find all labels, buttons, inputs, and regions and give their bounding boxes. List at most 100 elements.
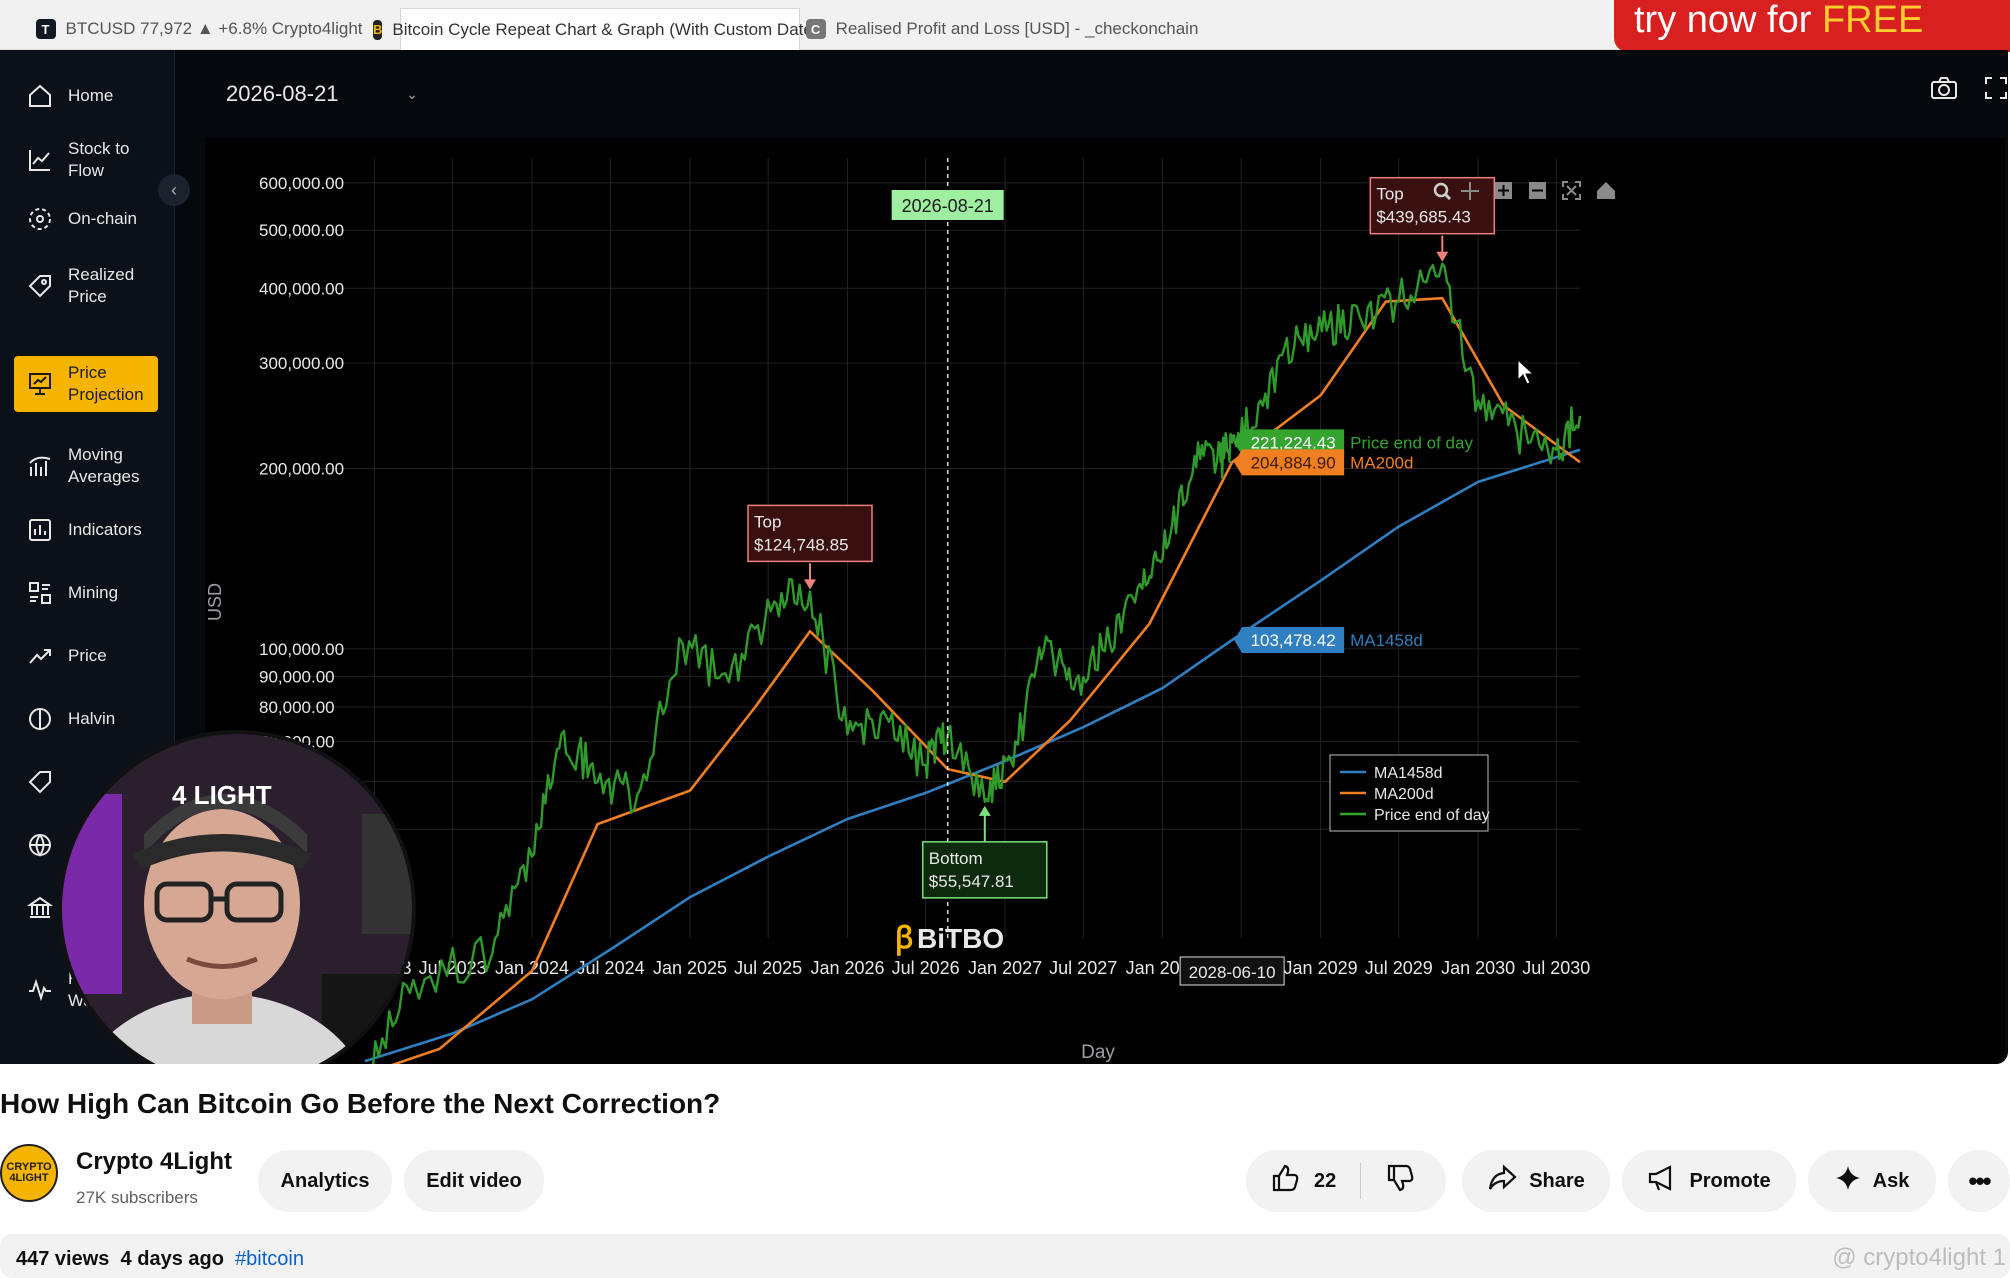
channel-avatar[interactable]: CRYPTO 4LIGHT (0, 1144, 58, 1202)
legend-entry[interactable]: MA200d (1374, 786, 1434, 803)
sidebar-item-price-projection[interactable]: Price Projection (14, 356, 158, 412)
sidebar-item-label: Price (68, 646, 107, 665)
promo-banner[interactable]: try now for FREE (1614, 0, 2010, 52)
like-divider (1360, 1163, 1362, 1199)
sidebar-item-label: Stock to Flow (68, 139, 130, 180)
fullscreen-icon[interactable] (1984, 76, 2008, 105)
annotation-label: Bottom (929, 849, 983, 868)
analytics-label: Analytics (280, 1169, 370, 1192)
sidebar-item-label: Price Projection (68, 363, 144, 404)
sidebar-item-on-chain[interactable]: On-chain (14, 199, 158, 239)
edit-video-button[interactable]: Edit video (404, 1150, 544, 1212)
share-icon (1487, 1164, 1517, 1198)
sidebar-item-realized-price[interactable]: Realized Price (14, 258, 158, 314)
y-tick-label: 90,000.00 (259, 667, 335, 686)
chart-container[interactable]: 600,000.00 500,000.00 400,000.00 300,000.00… (205, 138, 2005, 1064)
checkonchain-icon: C (805, 19, 826, 39)
zoom-in-icon[interactable] (1495, 182, 1512, 199)
like-dislike-group: 22 (1246, 1150, 1446, 1212)
globe-icon (26, 831, 54, 859)
x-tick-label: Jan 2026 (811, 958, 885, 978)
legend-entry[interactable]: MA1458d (1374, 765, 1443, 782)
bitbo-app: Home Stock to Flow On-chain Realized Pri… (0, 50, 2008, 1064)
logo-text: BiTBO (917, 923, 1004, 954)
annotation-arrowhead (803, 579, 816, 590)
zoom-out-icon[interactable] (1529, 182, 1546, 199)
like-button[interactable]: 22 (1270, 1163, 1336, 1199)
sidebar-item-price[interactable]: Price (14, 636, 158, 676)
edit-video-label: Edit video (426, 1169, 522, 1192)
hover-tooltips: 221,224.43 Price end of day204,884.90 MA20… (1234, 429, 1473, 654)
sidebar-item-home[interactable]: Home (14, 76, 158, 116)
dislike-button[interactable] (1385, 1163, 1415, 1199)
facecam-cap-text: 4 LIGHT (172, 780, 272, 810)
home-icon (26, 82, 54, 110)
x-tick-label: Jul 2030 (1522, 958, 1590, 978)
y-tick-label: 300,000.00 (259, 354, 344, 373)
annotation-label: Top (754, 512, 781, 531)
sidebar-item-label: Halvin (68, 709, 116, 728)
sidebar-item-indicators[interactable]: Indicators (14, 510, 158, 550)
sidebar-item-label: Moving Averages (68, 445, 140, 486)
hashtag-link[interactable]: #bitcoin (235, 1248, 304, 1270)
sidebar-item-mining[interactable]: Mining (14, 573, 158, 613)
hover-value: 204,884.90 (1251, 453, 1336, 472)
sidebar-item-halving[interactable]: Halvin (14, 699, 158, 739)
more-actions-button[interactable]: ••• (1948, 1150, 2010, 1212)
channel-name[interactable]: Crypto 4Light (76, 1148, 232, 1176)
annotation-value: $124,748.85 (754, 535, 849, 554)
x-tick-label: Jan 2029 (1284, 958, 1358, 978)
tab-realised-profit[interactable]: C Realised Profit and Loss [USD] - _chec… (802, 8, 1202, 50)
camera-icon[interactable] (1930, 76, 1958, 105)
annotation-value: $55,547.81 (929, 872, 1014, 891)
x-tick-label: Jan 2027 (968, 958, 1042, 978)
megaphone-icon (1647, 1164, 1677, 1198)
sidebar-item-stock-to-flow[interactable]: Stock to Flow (14, 132, 158, 188)
video-stats: 447 views 4 days ago #bitcoin (16, 1248, 304, 1271)
hover-series-name: Price end of day (1350, 433, 1473, 452)
legend-entry[interactable]: Price end of day (1374, 807, 1490, 824)
y-tick-label: 200,000.00 (259, 460, 344, 479)
thumbs-down-icon (1385, 1164, 1415, 1198)
hover-series-name: MA1458d (1350, 631, 1423, 650)
reset-home-icon[interactable] (1597, 182, 1615, 199)
share-button[interactable]: Share (1462, 1150, 1610, 1212)
hover-value: 103,478.42 (1251, 631, 1336, 650)
more-horizontal-icon: ••• (1968, 1165, 1991, 1196)
x-tick-label: Jan 2030 (1441, 958, 1515, 978)
y-tick-label: 500,000.00 (259, 221, 344, 240)
ask-button[interactable]: Ask (1808, 1150, 1936, 1212)
sidebar-collapse-button[interactable]: ‹ (158, 174, 190, 206)
watermark-text: @ crypto4light 1 (1832, 1244, 2006, 1271)
x-tick-label: Jul 2025 (734, 958, 802, 978)
x-axis-label: Day (1081, 1042, 1115, 1063)
sidebar-item-label: On-chain (68, 209, 137, 228)
tab-label: Realised Profit and Loss [USD] - _checko… (835, 19, 1199, 38)
annotation-arrowhead (1436, 251, 1449, 262)
like-count: 22 (1314, 1169, 1337, 1192)
svg-text:ꞵ: ꞵ (895, 922, 914, 956)
y-tick-label: 80,000.00 (259, 698, 335, 717)
video-info: How High Can Bitcoin Go Before the Next … (0, 1064, 2010, 1278)
view-count: 447 views (16, 1248, 110, 1270)
analytics-button[interactable]: Analytics (258, 1150, 392, 1212)
x-tick-label: Jul 2026 (892, 958, 960, 978)
date-selector-value: 2026-08-21 (226, 81, 339, 106)
date-selector[interactable]: 2026-08-21 ⌄ (202, 72, 432, 116)
sidebar-item-moving-averages[interactable]: Moving Averages (14, 438, 158, 494)
autoscale-icon[interactable] (1562, 181, 1581, 200)
tab-btcusd[interactable]: T BTCUSD 77,972 ▲ +6.8% Crypto4light (0, 8, 398, 50)
bitbo-logo: ꞵ BiTBO (895, 922, 1004, 956)
sidebar-item-label: Indicators (68, 520, 142, 539)
chart-page-actions (1930, 76, 2008, 105)
upload-age: 4 days ago (120, 1248, 224, 1270)
onchain-icon (26, 205, 54, 233)
price-projection-chart[interactable]: 600,000.00 500,000.00 400,000.00 300,000.00… (205, 138, 2005, 1064)
tab-bitcoin-cycle-repeat[interactable]: B Bitcoin Cycle Repeat Chart & Graph (Wi… (373, 8, 827, 50)
promote-button[interactable]: Promote (1622, 1150, 1796, 1212)
y-axis-label: USD (205, 583, 225, 621)
tradingview-icon: T (35, 19, 56, 39)
tab-label: Bitcoin Cycle Repeat Chart & Graph (With… (392, 19, 827, 39)
chevron-down-icon: ⌄ (406, 85, 418, 102)
sidebar-item-label: Mining (68, 583, 119, 602)
